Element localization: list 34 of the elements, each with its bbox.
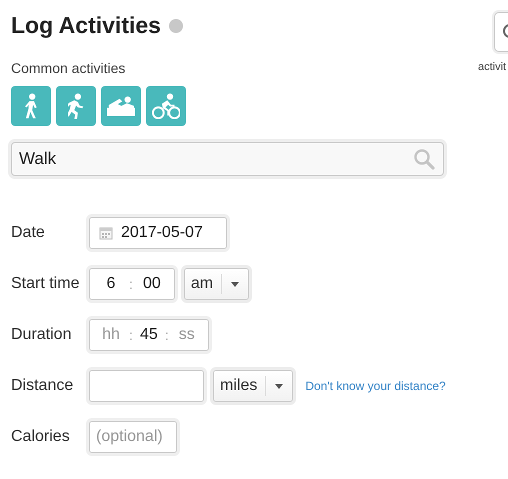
walking-person-icon: [24, 92, 38, 120]
run-activity-button[interactable]: [56, 86, 96, 126]
field-label: Distance: [11, 377, 74, 395]
seconds-input[interactable]: ss: [172, 326, 202, 344]
field-label: Start time: [11, 275, 80, 293]
minutes-input[interactable]: 45: [136, 326, 162, 344]
caret-icon: [275, 384, 284, 388]
caret-icon: [231, 282, 240, 286]
period-select[interactable]: am: [184, 268, 250, 300]
time-field[interactable]: 6 : 00: [89, 268, 175, 300]
calories-field[interactable]: (optional): [89, 421, 177, 453]
running-person-icon: [68, 92, 84, 120]
swimmer-icon: [106, 96, 136, 116]
search-field[interactable]: Walk: [11, 142, 444, 176]
duration-field[interactable]: hh : 45 : ss: [89, 319, 209, 351]
calendar-icon: [99, 226, 113, 240]
swim-activity-button[interactable]: [101, 86, 141, 126]
cyclist-icon: [152, 92, 180, 120]
minute-input[interactable]: 00: [136, 275, 168, 293]
field-label: Date: [11, 224, 46, 242]
section-label: Common activities: [11, 60, 126, 76]
distance-field[interactable]: [89, 370, 204, 402]
unit-select[interactable]: miles: [213, 370, 294, 402]
bike-activity-button[interactable]: [146, 86, 186, 126]
hour-input[interactable]: 6: [96, 275, 126, 293]
hours-input[interactable]: hh: [96, 326, 126, 344]
button-label: activit: [478, 61, 506, 73]
help-link[interactable]: Don't know your distance?: [305, 379, 446, 393]
info-icon[interactable]: [168, 19, 183, 33]
field-label: Duration: [11, 326, 72, 344]
walk-activity-button[interactable]: [11, 86, 51, 126]
field-label: Calories: [11, 428, 71, 446]
page-title: Log Activities: [11, 12, 161, 38]
date-field[interactable]: 2017-05-07: [89, 217, 227, 249]
